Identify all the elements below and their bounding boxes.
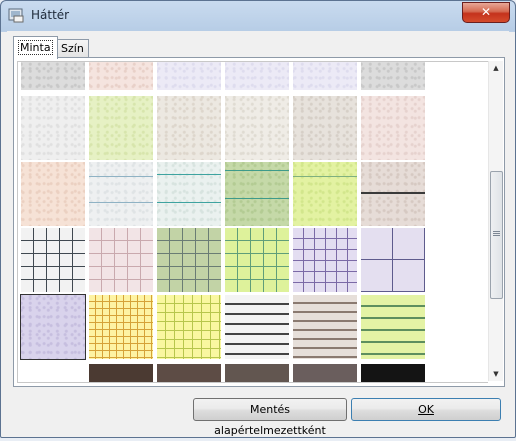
pattern-tile-paper-light-grey[interactable]	[21, 96, 85, 160]
pattern-tile-paper-lilac[interactable]	[20, 294, 86, 360]
tab-color[interactable]: Szín	[56, 39, 89, 58]
pattern-tile-solid-brown[interactable]	[157, 364, 221, 382]
window-title: Háttér	[31, 8, 70, 22]
pattern-panel: ▲ ▼	[13, 57, 505, 387]
pattern-tile-lines-lime[interactable]	[293, 162, 357, 226]
vertical-scrollbar[interactable]: ▲ ▼	[488, 61, 503, 381]
pattern-tile-speckle-peach[interactable]	[89, 62, 153, 90]
pattern-tile-speckle-grey[interactable]	[21, 62, 85, 90]
grip-icon	[493, 230, 500, 239]
pattern-tile-blank[interactable]	[21, 364, 85, 382]
tab-color-label: Szín	[61, 42, 84, 55]
pattern-tile-plain-lavender[interactable]	[293, 62, 357, 90]
pattern-tile-plain-lavender[interactable]	[225, 62, 289, 90]
scroll-thumb[interactable]	[490, 171, 503, 299]
pattern-tile-lines-taupe-wide[interactable]	[293, 295, 357, 359]
pattern-grid[interactable]	[17, 61, 488, 383]
pattern-tile-grid-lilac[interactable]	[293, 228, 357, 292]
pattern-tile-paper-pink[interactable]	[361, 96, 425, 160]
save-default-button[interactable]: Mentés alapértelmezettként	[193, 398, 347, 437]
pattern-tile-grid-pink[interactable]	[89, 228, 153, 292]
pattern-tile-paper-taupe[interactable]	[293, 96, 357, 160]
pattern-tile-grid-yellow-orange[interactable]	[89, 295, 153, 359]
pattern-tile-paper-lime[interactable]	[89, 96, 153, 160]
app-icon	[8, 8, 24, 23]
ok-button[interactable]: OK	[351, 398, 501, 421]
title-bar[interactable]: Háttér ✕	[1, 1, 515, 29]
pattern-tile-solid-mauve[interactable]	[293, 364, 357, 382]
pattern-tile-lines-lime-wide[interactable]	[361, 295, 425, 359]
pattern-tile-grid-grey-dark[interactable]	[21, 228, 85, 292]
pattern-tile-lines-dark[interactable]	[361, 162, 425, 226]
ok-label: OK	[418, 403, 434, 416]
dialog-body: Minta Szín ▲ ▼ Mentés alapértelmezettkén…	[7, 31, 509, 437]
background-dialog: Háttér ✕ Minta Szín ▲ ▼ Mentés alapértel…	[0, 0, 516, 438]
pattern-tile-paper-peach[interactable]	[21, 162, 85, 226]
pattern-tile-lines-teal[interactable]	[157, 162, 221, 226]
pattern-tile-plain-lavender[interactable]	[157, 62, 221, 90]
pattern-tile-solid-grey-brown[interactable]	[225, 364, 289, 382]
pattern-tile-lines-black-wide[interactable]	[225, 295, 289, 359]
pattern-tile-paper-beige[interactable]	[157, 96, 221, 160]
pattern-tile-grid-purple-large[interactable]	[361, 228, 425, 292]
pattern-tile-grid-lime[interactable]	[225, 228, 289, 292]
close-button[interactable]: ✕	[462, 2, 510, 23]
pattern-tile-lines-green[interactable]	[225, 162, 289, 226]
pattern-tile-solid-black[interactable]	[361, 364, 425, 382]
pattern-tile-solid-dark-brown[interactable]	[89, 364, 153, 382]
tab-pattern-label: Minta	[18, 40, 53, 55]
pattern-tile-grid-sage[interactable]	[157, 228, 221, 292]
close-icon: ✕	[480, 5, 492, 19]
pattern-tile-lines-grey-blue[interactable]	[89, 162, 153, 226]
tab-pattern[interactable]: Minta	[13, 36, 58, 59]
scroll-down-icon[interactable]: ▼	[489, 367, 503, 381]
pattern-tile-grid-yellow[interactable]	[157, 295, 221, 359]
pattern-tile-speckle-grey[interactable]	[361, 62, 425, 90]
pattern-tile-paper-cream[interactable]	[225, 96, 289, 160]
scroll-up-icon[interactable]: ▲	[489, 61, 503, 75]
